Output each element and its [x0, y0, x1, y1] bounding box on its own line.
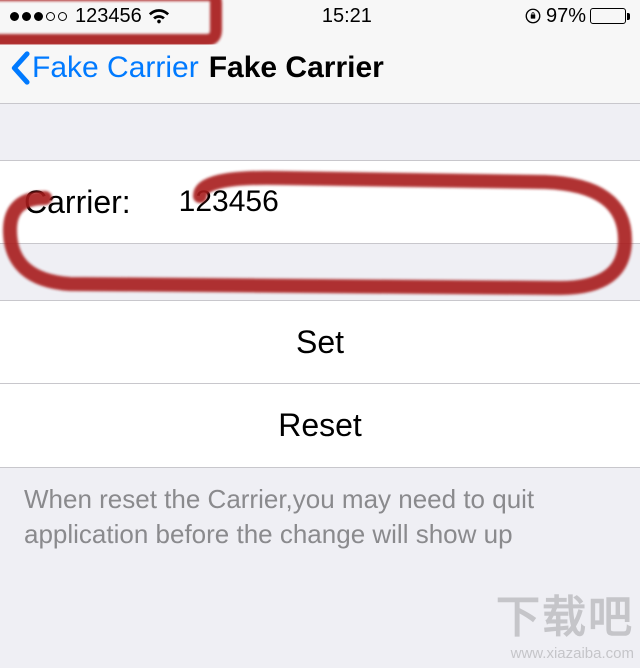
battery-percent: 97% — [546, 5, 586, 28]
status-carrier-name: 123456 — [75, 5, 142, 28]
orientation-lock-icon — [524, 7, 542, 25]
back-label: Fake Carrier — [32, 51, 199, 85]
reset-button[interactable]: Reset — [0, 384, 640, 468]
back-button[interactable]: Fake Carrier — [10, 51, 199, 85]
signal-strength-icon — [10, 12, 67, 21]
wifi-icon — [148, 5, 170, 27]
status-right: 97% — [524, 5, 630, 28]
button-group: Set Reset — [0, 300, 640, 468]
status-time: 15:21 — [322, 5, 372, 28]
battery-icon — [590, 8, 630, 24]
carrier-value[interactable]: 123456 — [179, 185, 279, 219]
status-bar: 123456 15:21 97% — [0, 0, 640, 32]
carrier-input-row[interactable]: Carrier: 123456 — [0, 160, 640, 244]
status-left: 123456 — [10, 5, 170, 28]
footer-hint: When reset the Carrier,you may need to q… — [0, 468, 640, 566]
page-title: Fake Carrier — [209, 51, 384, 85]
nav-bar: Fake Carrier Fake Carrier — [0, 32, 640, 104]
watermark: 下载吧 www.xiazaiba.com — [496, 581, 634, 662]
watermark-main: 下载吧 — [496, 581, 634, 645]
watermark-sub: www.xiazaiba.com — [496, 645, 634, 662]
carrier-label: Carrier: — [24, 184, 131, 221]
chevron-left-icon — [10, 51, 30, 85]
set-button[interactable]: Set — [0, 300, 640, 384]
